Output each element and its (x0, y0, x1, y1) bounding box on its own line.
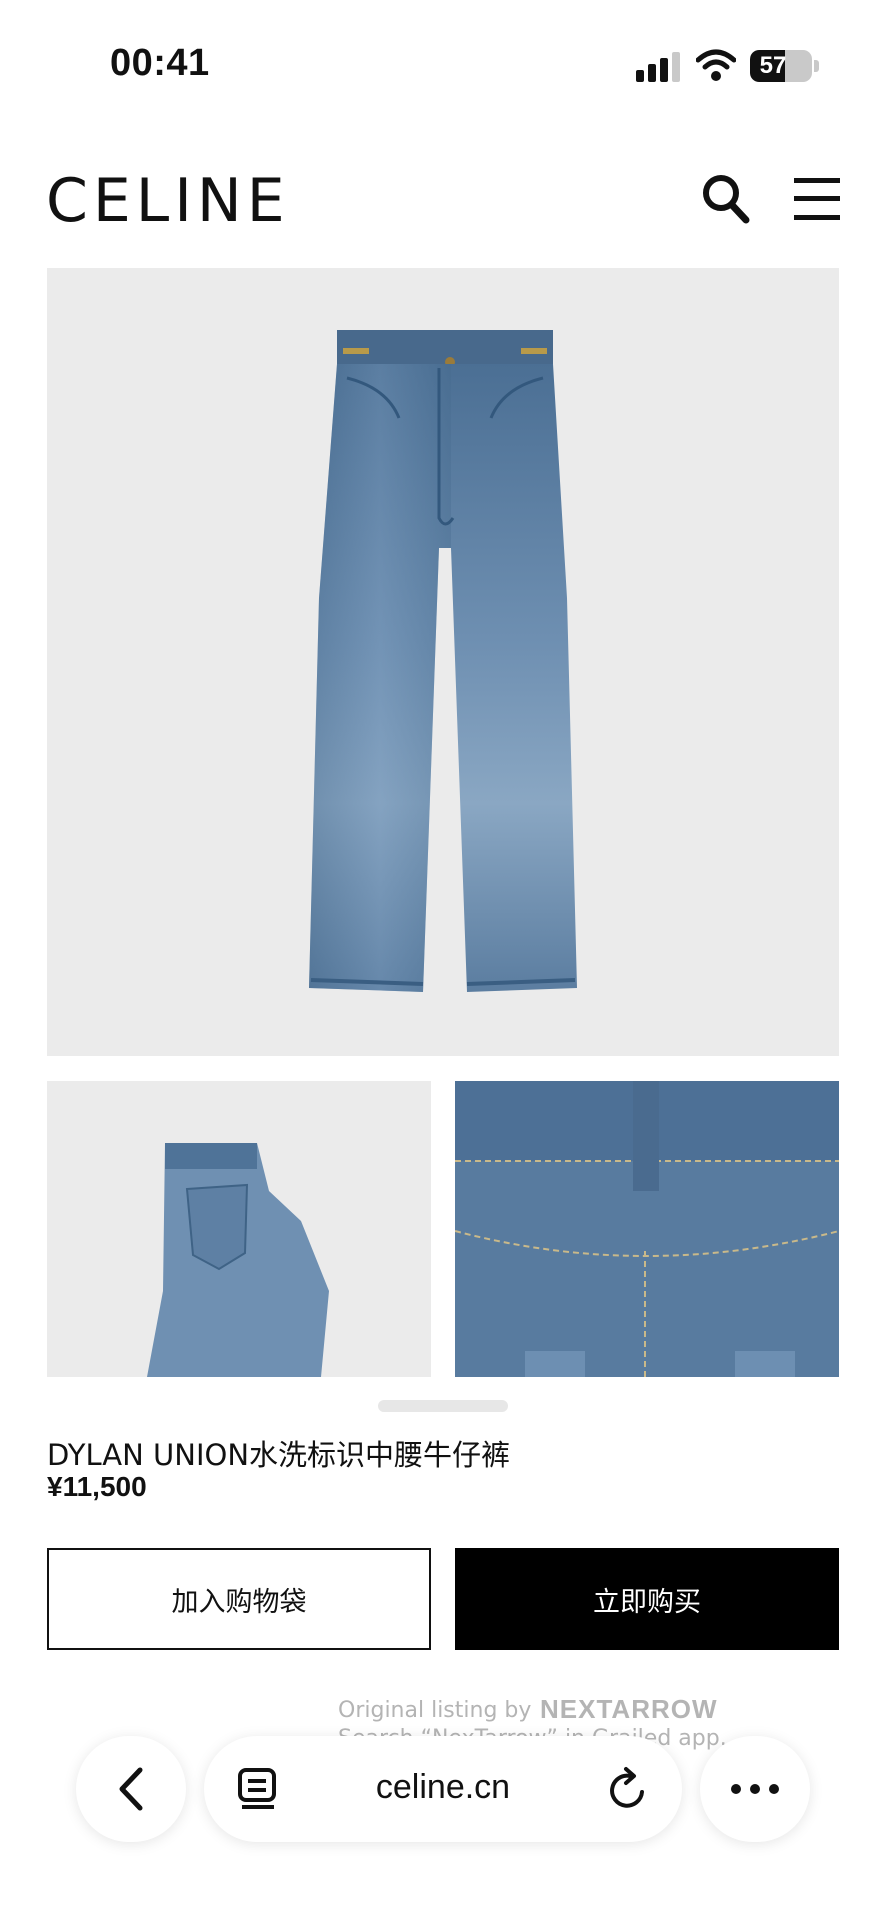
browser-more-button[interactable] (700, 1736, 810, 1842)
product-thumbnail-detail[interactable] (455, 1081, 839, 1377)
sheet-drag-handle[interactable] (378, 1400, 508, 1412)
menu-icon[interactable] (794, 176, 840, 222)
jeans-detail-illustration (455, 1081, 839, 1377)
jeans-back-illustration (147, 1143, 329, 1377)
buy-now-button[interactable]: 立即购买 (455, 1548, 839, 1650)
watermark-brand: NEXTARROW (540, 1694, 718, 1724)
product-thumbnail-back[interactable] (47, 1081, 431, 1377)
watermark-line1: Original listing by (338, 1698, 532, 1723)
back-icon (119, 1767, 143, 1811)
battery-percent: 57 (759, 52, 787, 79)
battery-tip (814, 60, 819, 72)
product-main-image[interactable] (47, 268, 839, 1056)
address-bar[interactable]: celine.cn (204, 1736, 682, 1842)
add-to-bag-button[interactable]: 加入购物袋 (47, 1548, 431, 1650)
product-name: DYLAN UNION水洗标识中腰牛仔裤 (47, 1438, 511, 1472)
battery-indicator: 57 (750, 50, 812, 82)
wifi-icon (696, 49, 736, 81)
brand-logo[interactable]: CELINE (46, 166, 290, 236)
jeans-front-illustration (309, 330, 577, 992)
search-icon[interactable] (700, 172, 750, 224)
browser-back-button[interactable] (76, 1736, 186, 1842)
reload-icon[interactable] (606, 1766, 650, 1812)
status-time: 00:41 (110, 42, 210, 84)
signal-icon (636, 52, 680, 82)
more-icon (731, 1784, 779, 1794)
product-price: ¥11,500 (47, 1471, 147, 1502)
